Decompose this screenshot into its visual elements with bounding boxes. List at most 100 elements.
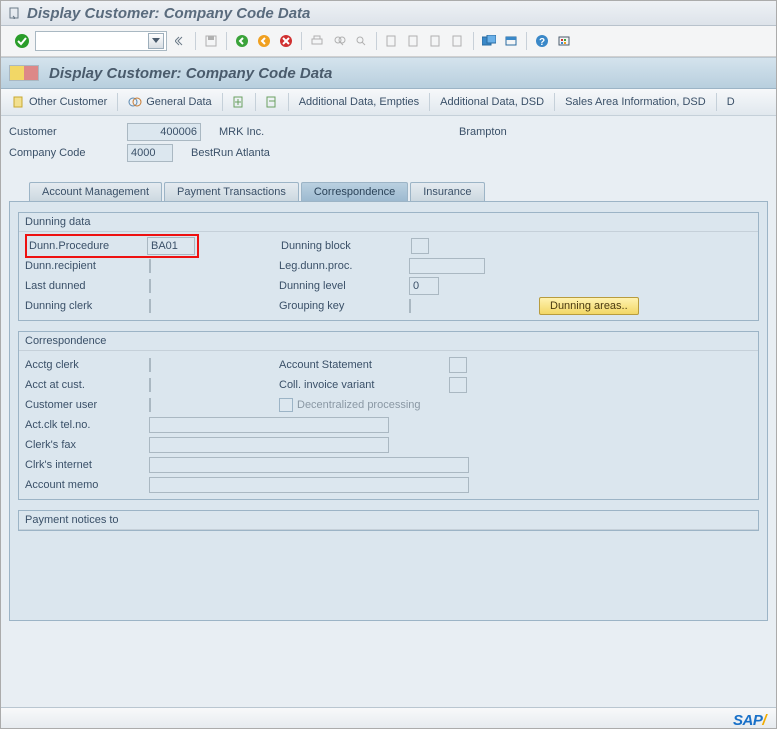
icon-button-1[interactable] [227,94,251,110]
print-icon[interactable] [308,32,326,50]
status-bar: SAP/ [1,708,776,729]
back-icon[interactable] [233,32,251,50]
separator [288,93,289,111]
dunn-procedure-label: Dunn.Procedure [29,240,147,252]
icon-button-2[interactable] [260,94,284,110]
exit-icon[interactable] [255,32,273,50]
customer-number: 400006 [127,123,201,141]
button-label: D [727,96,735,108]
last-dunned-label: Last dunned [25,280,149,292]
acctg-clerk-field[interactable] [149,358,151,372]
window-menu-icon[interactable] [9,7,21,19]
find-icon[interactable] [330,32,348,50]
separator [716,93,717,111]
coll-invoice-variant-field[interactable] [449,377,467,393]
more-button[interactable]: D [721,94,741,110]
tab-body-correspondence: Dunning data Dunn.Procedure BA01 Dunning… [9,201,768,621]
customer-user-label: Customer user [25,399,149,411]
dunning-areas-button[interactable]: Dunning areas.. [539,297,639,315]
account-statement-label: Account Statement [279,359,449,371]
help-icon[interactable]: ? [533,32,551,50]
separator [255,93,256,111]
customer-name: MRK Inc. [219,126,459,138]
separator [301,32,302,50]
find-next-icon[interactable] [352,32,370,50]
save-icon[interactable] [202,32,220,50]
company-code-label: Company Code [9,147,127,159]
tab-insurance[interactable]: Insurance [410,182,484,201]
enter-icon[interactable] [13,32,31,50]
separator [526,32,527,50]
screen-header: Display Customer: Company Code Data [1,58,776,89]
application-toolbar: Other Customer General Data Additional D… [1,89,776,116]
general-data-button[interactable]: General Data [122,94,217,110]
clerk-fax-field[interactable] [149,437,389,453]
separator [473,32,474,50]
separator [429,93,430,111]
page-body: Display Customer: Company Code Data Othe… [1,57,776,708]
system-toolbar: ? [1,26,776,57]
button-label: Additional Data, Empties [299,96,419,108]
tab-correspondence[interactable]: Correspondence [301,182,408,201]
act-clk-tel-field[interactable] [149,417,389,433]
acctg-clerk-label: Acctg clerk [25,359,149,371]
group-payment-notices: Payment notices to [18,510,759,531]
collapse-icon[interactable] [171,32,189,50]
dunn-recipient-field[interactable] [149,259,151,273]
customer-city: Brampton [459,126,507,138]
dropdown-icon[interactable] [148,33,164,49]
first-page-icon[interactable] [383,32,401,50]
create-shortcut-icon[interactable] [502,32,520,50]
separator [226,32,227,50]
group-correspondence: Correspondence Acctg clerk Account State… [18,331,759,500]
dunning-clerk-field[interactable] [149,299,151,313]
additional-data-dsd-button[interactable]: Additional Data, DSD [434,94,550,110]
cancel-icon[interactable] [277,32,295,50]
company-code-name: BestRun Atlanta [191,147,270,159]
button-label: Sales Area Information, DSD [565,96,706,108]
last-dunned-field[interactable] [149,279,151,293]
dunning-block-label: Dunning block [281,240,411,252]
tab-account-management[interactable]: Account Management [29,182,162,201]
button-label: General Data [146,96,211,108]
company-code-row: Company Code 4000 BestRun Atlanta [9,143,768,163]
customer-row: Customer 400006 MRK Inc. Brampton [9,122,768,142]
acct-at-cust-field[interactable] [149,378,151,392]
app-window: Display Customer: Company Code Data [0,0,777,729]
command-field[interactable] [35,31,167,51]
screen-title: Display Customer: Company Code Data [49,65,332,82]
act-clk-tel-label: Act.clk tel.no. [25,419,149,431]
separator [554,93,555,111]
new-session-icon[interactable] [480,32,498,50]
dunning-block-field[interactable] [411,238,429,254]
dunning-clerk-label: Dunning clerk [25,300,149,312]
dunning-level-field[interactable]: 0 [409,277,439,295]
account-memo-field[interactable] [149,477,469,493]
separator [376,32,377,50]
coll-invoice-variant-label: Coll. invoice variant [279,379,449,391]
header-icons[interactable] [9,65,39,81]
leg-dunn-proc-field[interactable] [409,258,485,274]
dunn-procedure-field[interactable]: BA01 [147,237,195,255]
grouping-key-field[interactable] [409,299,411,313]
sales-area-dsd-button[interactable]: Sales Area Information, DSD [559,94,712,110]
last-page-icon[interactable] [449,32,467,50]
content-area: Customer 400006 MRK Inc. Brampton Compan… [1,116,776,629]
prev-page-icon[interactable] [405,32,423,50]
customer-user-field[interactable] [149,398,151,412]
tab-payment-transactions[interactable]: Payment Transactions [164,182,299,201]
clrk-internet-field[interactable] [149,457,469,473]
tabstrip: Account Management Payment Transactions … [9,179,768,201]
additional-data-empties-button[interactable]: Additional Data, Empties [293,94,425,110]
separator [195,32,196,50]
window-title: Display Customer: Company Code Data [27,5,310,22]
customize-icon[interactable] [555,32,573,50]
next-page-icon[interactable] [427,32,445,50]
svg-text:?: ? [539,37,545,48]
titlebar: Display Customer: Company Code Data [1,1,776,26]
other-customer-button[interactable]: Other Customer [7,94,113,110]
account-memo-label: Account memo [25,479,149,491]
account-statement-field[interactable] [449,357,467,373]
sap-logo: SAP/ [733,712,766,729]
separator [222,93,223,111]
